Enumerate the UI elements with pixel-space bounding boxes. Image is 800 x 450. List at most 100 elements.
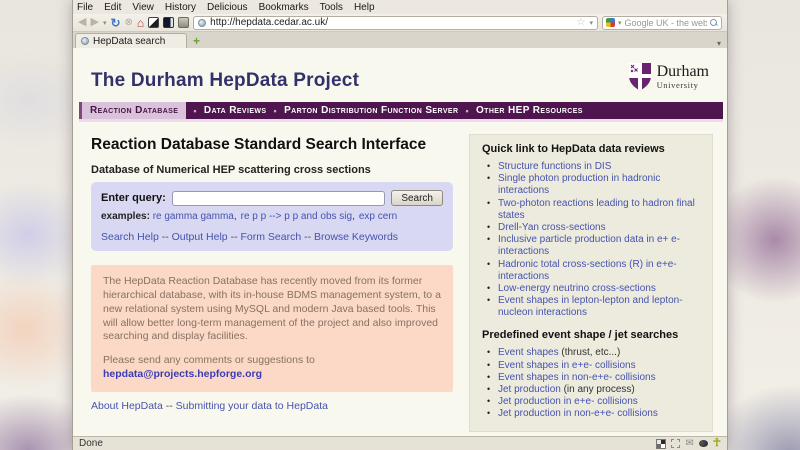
selection-frame-icon[interactable] bbox=[671, 439, 681, 448]
review-link[interactable]: Inclusive particle production data in e+… bbox=[498, 234, 680, 257]
engine-dropdown-icon[interactable]: ▾ bbox=[618, 19, 622, 27]
ankh-icon[interactable]: ☥ bbox=[713, 438, 721, 449]
url-bar[interactable]: ☆ ▾ bbox=[193, 15, 598, 30]
web-search-box[interactable]: ▾ bbox=[602, 15, 722, 30]
extension-icon-2[interactable] bbox=[163, 17, 175, 28]
review-link[interactable]: Two-photon reactions leading to hadron f… bbox=[498, 198, 695, 221]
reload-button[interactable]: ↻ bbox=[110, 17, 120, 29]
review-link[interactable]: Structure functions in DIS bbox=[498, 161, 611, 172]
site-favicon bbox=[198, 18, 207, 27]
about-link[interactable]: About HepData bbox=[91, 400, 163, 412]
notice-email-link[interactable]: hepdata@projects.hepforge.org bbox=[103, 368, 262, 380]
google-engine-icon[interactable] bbox=[606, 18, 615, 27]
menu-item[interactable]: Edit bbox=[104, 2, 121, 13]
review-link[interactable]: Hadronic total cross-sections (R) in e+e… bbox=[498, 259, 677, 282]
predefined-suffix: (thrust, etc...) bbox=[558, 347, 621, 359]
durham-logo-name: Durham bbox=[656, 63, 709, 81]
nav-item-reaction-database[interactable]: Reaction Database bbox=[79, 102, 187, 119]
reviews-list: Structure functions in DISSingle photon … bbox=[487, 161, 702, 319]
status-bar: Done ✉ ☥ bbox=[73, 436, 727, 450]
list-item: Event shapes (thrust, etc...) bbox=[487, 347, 702, 359]
menu-item[interactable]: Tools bbox=[320, 2, 343, 13]
menu-item[interactable]: Delicious bbox=[207, 2, 248, 13]
list-item: Hadronic total cross-sections (R) in e+e… bbox=[487, 259, 702, 283]
search-magnifier-icon[interactable] bbox=[710, 18, 718, 27]
new-tab-button[interactable]: + bbox=[193, 34, 200, 48]
web-search-input[interactable] bbox=[624, 17, 707, 28]
delicious-tag-icon[interactable] bbox=[178, 17, 190, 28]
help-link[interactable]: Browse Keywords bbox=[314, 231, 398, 243]
menu-item[interactable]: File bbox=[77, 2, 93, 13]
bookmark-star-icon[interactable]: ☆ bbox=[577, 17, 586, 28]
status-text: Done bbox=[79, 438, 103, 449]
list-all-tabs-icon[interactable]: ▾ bbox=[717, 39, 723, 48]
predefined-list: Event shapes (thrust, etc...)Event shape… bbox=[487, 347, 702, 420]
help-link[interactable]: Search Help bbox=[101, 231, 159, 243]
nav-item[interactable]: Parton Distribution Function Server bbox=[284, 105, 458, 116]
example-query-link[interactable]: re p p --> p p and obs sig bbox=[241, 211, 352, 222]
url-input[interactable] bbox=[210, 17, 573, 28]
url-dropdown-icon[interactable]: ▾ bbox=[589, 19, 593, 27]
nav-rest: • Data Reviews • Parton Distribution Functi… bbox=[186, 102, 583, 119]
list-item: Jet production (in any process) bbox=[487, 384, 702, 396]
tab-bar: HepData search + ▾ bbox=[73, 32, 727, 48]
review-link[interactable]: Low-energy neutrino cross-sections bbox=[498, 283, 656, 294]
about-links-row: -- About HepData -- Submitting your data… bbox=[91, 400, 328, 413]
notice-contact-line: Please send any comments or suggestions … bbox=[103, 354, 441, 382]
predefined-link[interactable]: Event shapes in non-e+e- collisions bbox=[498, 372, 656, 383]
bullet-separator: • bbox=[193, 105, 197, 116]
query-examples: examples: ,re gamma gamma,re p p --> p p… bbox=[101, 211, 398, 222]
extension-icon-1[interactable] bbox=[148, 17, 160, 28]
bug-icon[interactable] bbox=[698, 440, 708, 447]
help-links-row: -- Search Help -- Output Help -- Form Se… bbox=[101, 231, 399, 243]
navigation-toolbar: ◀ ▶ ▾ ↻ ⊗ ⌂ ☆ ▾ ▾ bbox=[73, 14, 727, 32]
bullet-separator: • bbox=[465, 105, 469, 116]
example-query-link[interactable]: re gamma gamma bbox=[153, 211, 234, 222]
menu-item[interactable]: History bbox=[165, 2, 196, 13]
back-button[interactable]: ◀ bbox=[78, 17, 86, 28]
history-dropdown-icon[interactable]: ▾ bbox=[103, 19, 107, 27]
review-link[interactable]: Drell-Yan cross-sections bbox=[498, 222, 606, 233]
review-link[interactable]: Event shapes in lepton-lepton and lepton… bbox=[498, 295, 683, 318]
menu-item[interactable]: View bbox=[132, 2, 154, 13]
tab-favicon bbox=[81, 37, 89, 45]
review-link[interactable]: Single photon production in hadronic int… bbox=[498, 173, 660, 196]
predefined-link[interactable]: Jet production bbox=[498, 384, 561, 395]
query-input[interactable] bbox=[171, 190, 386, 206]
about-link[interactable]: Submitting your data to HepData bbox=[176, 400, 328, 412]
menu-item[interactable]: Help bbox=[354, 2, 375, 13]
chart-icon[interactable] bbox=[656, 438, 667, 449]
predefined-link[interactable]: Jet production in non-e+e- collisions bbox=[498, 408, 658, 419]
help-link[interactable]: Output Help bbox=[172, 231, 228, 243]
nav-item[interactable]: Other HEP Resources bbox=[476, 105, 583, 116]
stop-button[interactable]: ⊗ bbox=[125, 17, 133, 28]
tab-hepdata-search[interactable]: HepData search bbox=[75, 33, 187, 48]
list-item: Drell-Yan cross-sections bbox=[487, 222, 702, 234]
menu-item[interactable]: Bookmarks bbox=[259, 2, 309, 13]
search-button[interactable]: Search bbox=[391, 190, 443, 206]
predefined-link[interactable]: Jet production in e+e- collisions bbox=[498, 396, 638, 407]
help-link[interactable]: Form Search bbox=[240, 231, 301, 243]
predefined-link[interactable]: Event shapes in e+e- collisions bbox=[498, 360, 636, 371]
mail-icon[interactable]: ✉ bbox=[685, 438, 693, 449]
list-item: Event shapes in e+e- collisions bbox=[487, 360, 702, 372]
forward-button[interactable]: ▶ bbox=[90, 17, 98, 28]
nav-item[interactable]: Data Reviews bbox=[204, 105, 267, 116]
predefined-link[interactable]: Event shapes bbox=[498, 347, 559, 358]
durham-shield-icon bbox=[628, 63, 651, 91]
example-query-link[interactable]: exp cern bbox=[359, 211, 397, 222]
page-header: The Durham HepData Project Durham Univer… bbox=[73, 48, 727, 92]
list-item: Event shapes in lepton-lepton and lepton… bbox=[487, 295, 702, 319]
menu-bar: File Edit View History Delicious Bookmarks Too… bbox=[73, 0, 727, 14]
list-item: Two-photon reactions leading to hadron f… bbox=[487, 198, 702, 222]
main-column: Reaction Database Standard Search Interf… bbox=[91, 132, 453, 432]
list-item: Event shapes in non-e+e- collisions bbox=[487, 372, 702, 384]
site-title: The Durham HepData Project bbox=[91, 70, 360, 91]
list-item: Low-energy neutrino cross-sections bbox=[487, 283, 702, 295]
list-item: Jet production in non-e+e- collisions bbox=[487, 408, 702, 420]
bullet-separator: • bbox=[273, 105, 278, 116]
page-viewport: The Durham HepData Project Durham Univer… bbox=[73, 48, 727, 436]
browser-window: File Edit View History Delicious Bookmarks Too… bbox=[72, 0, 728, 450]
list-item: Inclusive particle production data in e+… bbox=[487, 234, 702, 258]
home-button[interactable]: ⌂ bbox=[137, 17, 144, 29]
